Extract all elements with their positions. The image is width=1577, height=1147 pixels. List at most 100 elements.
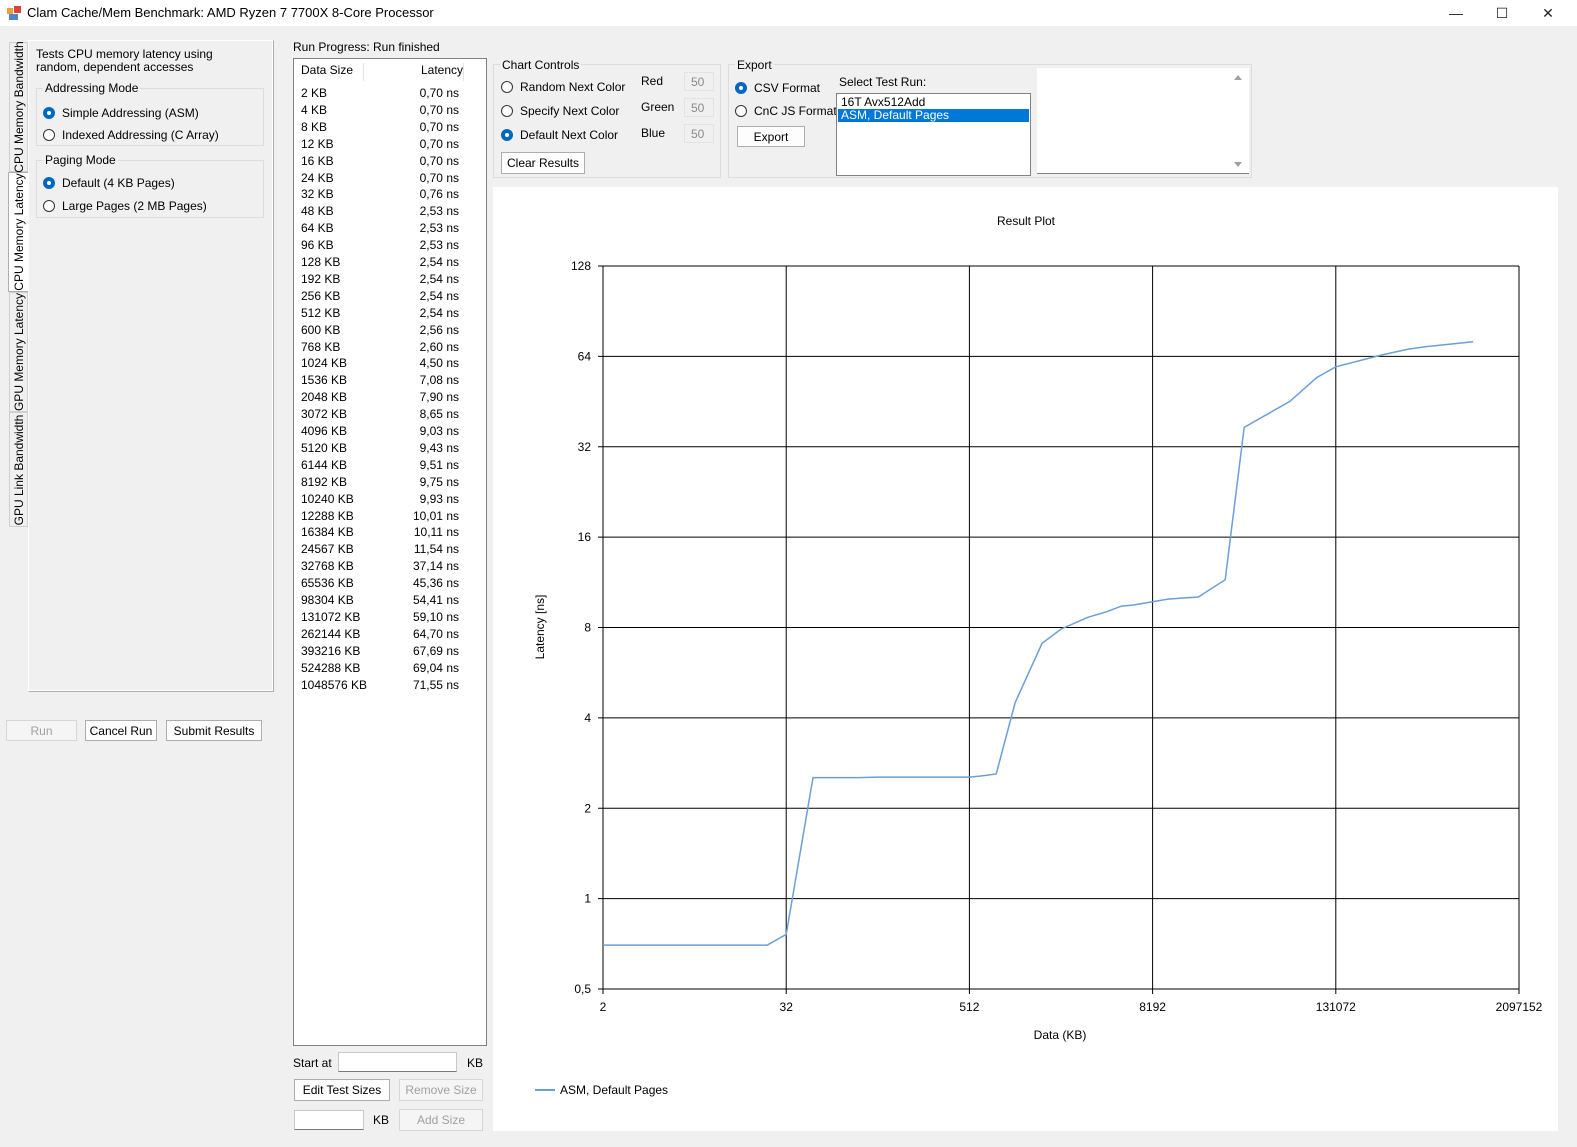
list-item[interactable]: 131072 KB 59,10 ns <box>301 610 471 627</box>
start-at-input[interactable] <box>338 1052 457 1072</box>
list-item[interactable]: 24567 KB 11,54 ns <box>301 542 471 559</box>
radio-large-pages[interactable]: Large Pages (2 MB Pages) <box>43 199 207 213</box>
list-item[interactable]: 24 KB 0,70 ns <box>301 171 471 188</box>
scroll-up-icon[interactable] <box>1234 75 1242 80</box>
results-list[interactable]: Data Size Latency 2 KB 0,70 ns 4 KB 0,70 ns… <box>293 58 487 1046</box>
radio-cnc-js-format[interactable]: CnC JS Format <box>735 104 837 118</box>
minimize-button[interactable]: — <box>1433 0 1479 26</box>
list-item[interactable]: 1536 KB 7,08 ns <box>301 373 471 390</box>
radio-default-pages[interactable]: Default (4 KB Pages) <box>43 176 175 190</box>
radio-csv-format[interactable]: CSV Format <box>735 81 820 95</box>
tab-cpu-memory-bandwidth[interactable]: CPU Memory Bandwidth <box>9 41 28 173</box>
list-item[interactable]: 64 KB 2,53 ns <box>301 221 471 238</box>
list-item[interactable]: 3072 KB 8,65 ns <box>301 407 471 424</box>
export-button[interactable]: Export <box>737 126 805 147</box>
title-bar: Clam Cache/Mem Benchmark: AMD Ryzen 7 77… <box>0 0 1577 26</box>
list-item[interactable]: 16 KB 0,70 ns <box>301 154 471 171</box>
data-size-cell: 48 KB <box>301 204 334 219</box>
list-item[interactable]: 262144 KB 64,70 ns <box>301 627 471 644</box>
radio-label: Indexed Addressing (C Array) <box>62 128 219 142</box>
scrollbar[interactable] <box>1232 72 1244 170</box>
list-item[interactable]: 393216 KB 67,69 ns <box>301 644 471 661</box>
radio-indicator[interactable] <box>735 105 747 117</box>
list-item[interactable]: 8 KB 0,70 ns <box>301 120 471 137</box>
radio-indicator[interactable] <box>43 177 55 189</box>
legend: ASM, Default Pages <box>535 1083 668 1097</box>
add-size-button[interactable]: Add Size <box>399 1109 483 1131</box>
list-item[interactable]: 65536 KB 45,36 ns <box>301 576 471 593</box>
radio-label: Default Next Color <box>520 128 619 142</box>
export-output-textbox[interactable] <box>1037 68 1249 174</box>
list-item[interactable]: 524288 KB 69,04 ns <box>301 661 471 678</box>
red-input[interactable]: 50 <box>684 72 714 91</box>
list-item[interactable]: 48 KB 2,53 ns <box>301 204 471 221</box>
legend-label: ASM, Default Pages <box>560 1083 668 1097</box>
list-item[interactable]: 192 KB 2,54 ns <box>301 272 471 289</box>
list-item[interactable]: 32 KB 0,76 ns <box>301 187 471 204</box>
tab-cpu-memory-latency[interactable]: CPU Memory Latency <box>8 172 30 292</box>
latency-cell: 45,36 ns <box>412 576 459 591</box>
list-item[interactable]: 512 KB 2,54 ns <box>301 306 471 323</box>
cancel-run-button[interactable]: Cancel Run <box>85 720 157 741</box>
column-header-latency[interactable]: Latency <box>421 63 463 77</box>
radio-specify-next-color[interactable]: Specify Next Color <box>501 104 619 118</box>
list-item[interactable]: 4096 KB 9,03 ns <box>301 424 471 441</box>
radio-indicator[interactable] <box>501 105 513 117</box>
list-item[interactable]: 98304 KB 54,41 ns <box>301 593 471 610</box>
list-item[interactable]: 1048576 KB 71,55 ns <box>301 678 471 695</box>
data-size-cell: 98304 KB <box>301 593 354 607</box>
radio-simple-addressing[interactable]: Simple Addressing (ASM) <box>43 106 199 120</box>
radio-label: Default (4 KB Pages) <box>62 176 175 190</box>
list-item[interactable]: 10240 KB 9,93 ns <box>301 492 471 509</box>
scroll-down-icon[interactable] <box>1234 162 1242 167</box>
maximize-button[interactable]: ☐ <box>1479 0 1525 26</box>
radio-indicator[interactable] <box>735 82 747 94</box>
list-item[interactable]: 2 KB 0,70 ns <box>301 86 471 103</box>
close-button[interactable]: ✕ <box>1525 0 1571 26</box>
clear-results-button[interactable]: Clear Results <box>501 152 585 174</box>
x-axis-label: Data (KB) <box>1034 1028 1087 1042</box>
add-size-input[interactable] <box>294 1110 364 1130</box>
list-item[interactable]: 8192 KB 9,75 ns <box>301 475 471 492</box>
run-button[interactable]: Run <box>6 720 77 741</box>
y-tick-label: 64 <box>578 349 592 363</box>
x-tick-label: 131072 <box>1316 1000 1356 1014</box>
list-item[interactable]: 4 KB 0,70 ns <box>301 103 471 120</box>
green-input[interactable]: 50 <box>684 98 714 117</box>
radio-default-next-color[interactable]: Default Next Color <box>501 128 618 142</box>
list-item[interactable]: 600 KB 2,56 ns <box>301 323 471 340</box>
edit-test-sizes-button[interactable]: Edit Test Sizes <box>294 1079 390 1101</box>
radio-indicator[interactable] <box>501 129 513 141</box>
list-item[interactable]: 6144 KB 9,51 ns <box>301 458 471 475</box>
list-item[interactable]: 12288 KB 10,01 ns <box>301 509 471 526</box>
blue-input[interactable]: 50 <box>684 124 714 143</box>
tab-gpu-link-bandwidth[interactable]: GPU Link Bandwidth <box>9 412 28 527</box>
column-divider[interactable] <box>363 63 364 81</box>
column-header-data-size[interactable]: Data Size <box>301 63 353 77</box>
y-tick-label: 16 <box>578 530 592 544</box>
radio-indicator[interactable] <box>501 81 513 93</box>
green-label: Green <box>641 100 675 114</box>
list-item[interactable]: 5120 KB 9,43 ns <box>301 441 471 458</box>
test-run-item-selected[interactable]: ASM, Default Pages <box>838 109 1029 122</box>
submit-results-button[interactable]: Submit Results <box>166 720 262 741</box>
list-item[interactable]: 256 KB 2,54 ns <box>301 289 471 306</box>
list-item[interactable]: 2048 KB 7,90 ns <box>301 390 471 407</box>
radio-indexed-addressing[interactable]: Indexed Addressing (C Array) <box>43 128 219 142</box>
list-item[interactable]: 1024 KB 4,50 ns <box>301 356 471 373</box>
column-divider[interactable] <box>463 63 464 81</box>
list-item[interactable]: 16384 KB 10,11 ns <box>301 525 471 542</box>
list-item[interactable]: 128 KB 2,54 ns <box>301 255 471 272</box>
test-run-listbox[interactable]: 16T Avx512Add ASM, Default Pages <box>836 93 1031 176</box>
tab-gpu-memory-latency[interactable]: GPU Memory Latency <box>9 292 28 412</box>
list-item[interactable]: 96 KB 2,53 ns <box>301 238 471 255</box>
list-item[interactable]: 32768 KB 37,14 ns <box>301 559 471 576</box>
radio-random-next-color[interactable]: Random Next Color <box>501 80 625 94</box>
radio-indicator[interactable] <box>43 129 55 141</box>
list-item[interactable]: 12 KB 0,70 ns <box>301 137 471 154</box>
list-item[interactable]: 768 KB 2,60 ns <box>301 340 471 357</box>
radio-indicator[interactable] <box>43 200 55 212</box>
radio-label: Specify Next Color <box>520 104 620 118</box>
remove-size-button[interactable]: Remove Size <box>399 1079 483 1101</box>
radio-indicator[interactable] <box>43 107 55 119</box>
